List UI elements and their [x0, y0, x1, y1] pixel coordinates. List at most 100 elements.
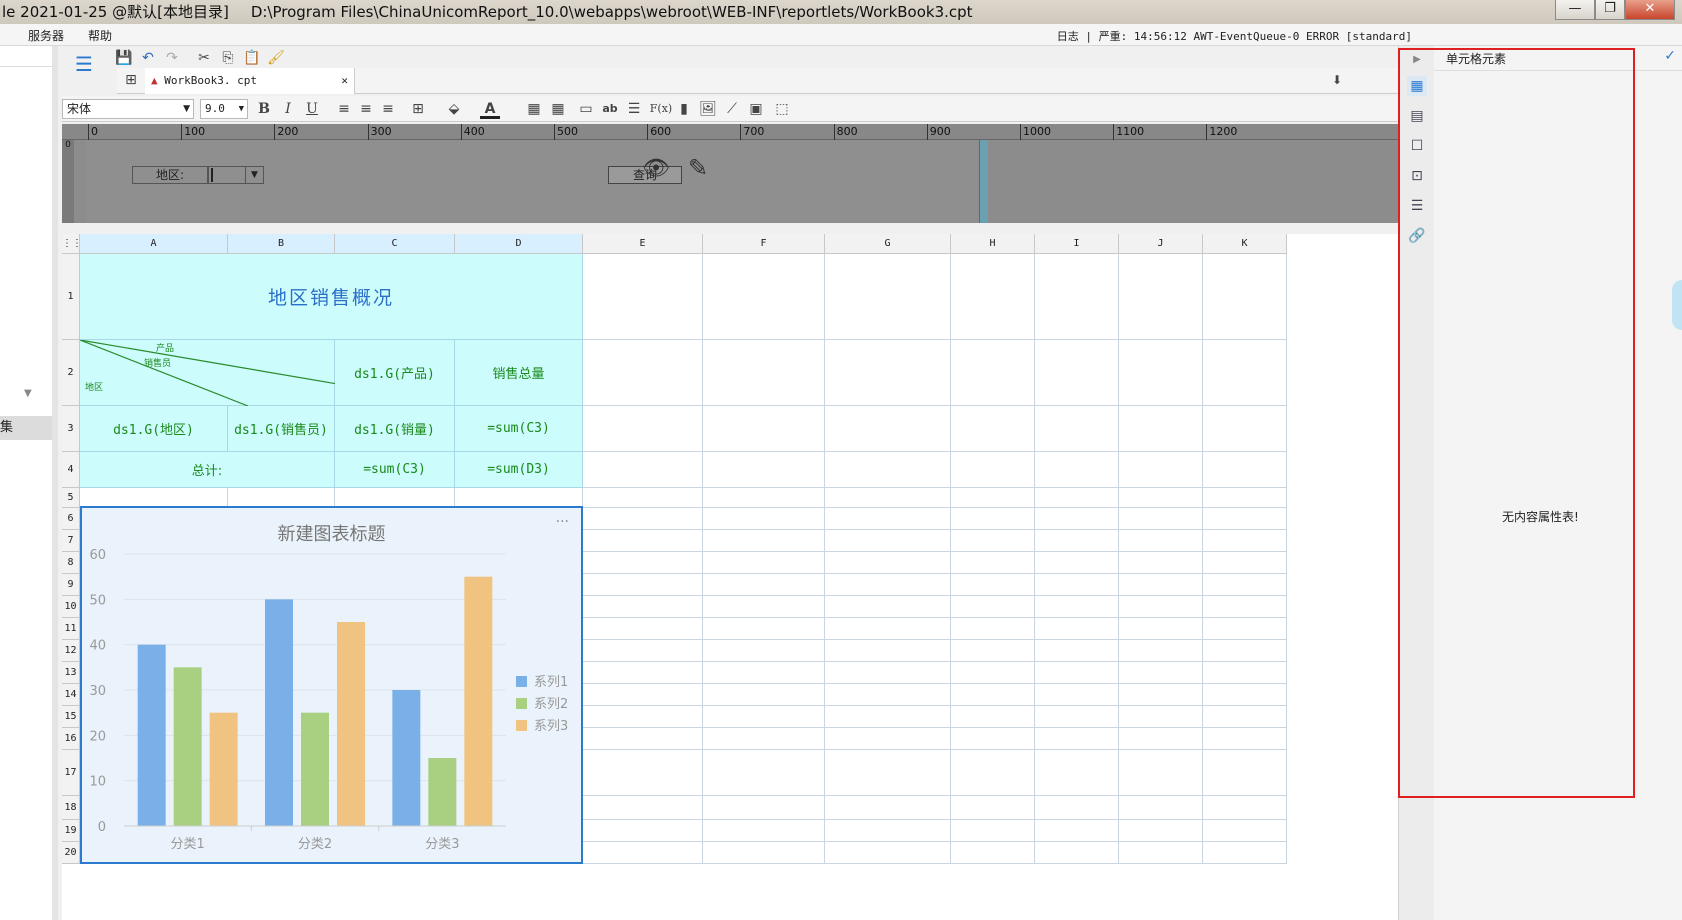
row-header[interactable]: 14 [62, 684, 80, 706]
grid-cell[interactable] [703, 796, 825, 820]
grid-cell[interactable] [1035, 842, 1119, 864]
grid-cell[interactable] [951, 574, 1035, 596]
grid-cell[interactable] [703, 254, 825, 340]
align-right-icon[interactable]: ≡ [378, 99, 398, 119]
hyperlink-icon[interactable]: 🔗 [1407, 226, 1427, 246]
grid-cell[interactable] [825, 530, 951, 552]
grid-cell[interactable] [455, 488, 583, 508]
grid-cell[interactable] [1035, 340, 1119, 406]
grid-cell[interactable] [703, 552, 825, 574]
cell-attr-icon[interactable]: ▤ [1407, 106, 1427, 126]
grid-cell[interactable] [1035, 662, 1119, 684]
grid-cell[interactable] [825, 842, 951, 864]
italic-button[interactable]: I [278, 99, 298, 119]
underline-button[interactable]: U [302, 99, 322, 119]
row-header[interactable]: 5 [62, 488, 80, 508]
grid-cell[interactable] [825, 508, 951, 530]
grid-cell[interactable] [1119, 552, 1203, 574]
grid-cell[interactable] [335, 488, 455, 508]
grid-cell[interactable] [583, 750, 703, 796]
row-header[interactable]: 17 [62, 750, 80, 796]
grid-cell[interactable] [825, 662, 951, 684]
grid-cell[interactable] [583, 254, 703, 340]
grid-cell[interactable] [1035, 618, 1119, 640]
grid-cell[interactable] [951, 842, 1035, 864]
cell-element-icon[interactable]: ▦ [1407, 76, 1427, 96]
grid-cell[interactable] [583, 552, 703, 574]
row-header[interactable]: 19 [62, 820, 80, 842]
column-header[interactable]: G [825, 234, 951, 254]
grid-cell[interactable] [951, 552, 1035, 574]
tab-workbook[interactable]: ▲ WorkBook3. cpt ✕ [145, 68, 355, 94]
grid-cell[interactable] [825, 488, 951, 508]
cell-d2[interactable]: 销售总量 [455, 340, 583, 406]
column-header[interactable]: B [228, 234, 335, 254]
column-header[interactable]: H [951, 234, 1035, 254]
font-size-select[interactable]: 9.0 ▼ [200, 99, 248, 119]
grid-cell[interactable] [1035, 254, 1119, 340]
grid-cell[interactable] [825, 640, 951, 662]
align-center-icon[interactable]: ≡ [356, 99, 376, 119]
align-left-icon[interactable]: ≡ [334, 99, 354, 119]
row-header[interactable]: 20 [62, 842, 80, 864]
grid-cell[interactable] [228, 488, 335, 508]
row-header[interactable]: 13 [62, 662, 80, 684]
formula-button[interactable]: F(x) [648, 99, 674, 119]
grid-cell[interactable] [1119, 842, 1203, 864]
grid-cell[interactable] [703, 452, 825, 488]
grid-cell[interactable] [951, 340, 1035, 406]
grid-cell[interactable] [951, 452, 1035, 488]
grid-cell[interactable] [1119, 728, 1203, 750]
grid-cell[interactable] [1203, 488, 1287, 508]
grid-cell[interactable] [1203, 640, 1287, 662]
row-header[interactable]: 18 [62, 796, 80, 820]
grid-cell[interactable] [703, 340, 825, 406]
grid-cell[interactable] [1035, 706, 1119, 728]
grid-cell[interactable] [951, 640, 1035, 662]
grid-cell[interactable] [1203, 596, 1287, 618]
tab-menu-icon[interactable]: ⬇ [1327, 70, 1347, 90]
grid-cell[interactable] [825, 340, 951, 406]
cell-icon[interactable]: ▦ [524, 99, 544, 119]
cell-d3[interactable]: =sum(C3) [455, 406, 583, 452]
column-header[interactable]: I [1035, 234, 1119, 254]
grid-icon[interactable]: ⊞ [121, 70, 141, 90]
grid-cell[interactable] [1203, 684, 1287, 706]
grid-cell[interactable] [825, 574, 951, 596]
grid-cell[interactable] [951, 684, 1035, 706]
log-label[interactable]: 日志 [1057, 30, 1079, 43]
grid-cell[interactable] [1035, 728, 1119, 750]
grid-cell[interactable] [703, 618, 825, 640]
grid-cell[interactable] [951, 706, 1035, 728]
grid-cell[interactable] [583, 820, 703, 842]
close-window-button[interactable]: ✕ [1625, 0, 1675, 20]
cell-c4[interactable]: =sum(C3) [335, 452, 455, 488]
template-icon[interactable]: ☰ [72, 54, 96, 84]
grid-cell[interactable] [1035, 574, 1119, 596]
grid-cell[interactable] [703, 728, 825, 750]
grid-cell[interactable] [825, 552, 951, 574]
more-cell-icon[interactable]: ⬚ [772, 99, 792, 119]
cell-a3[interactable]: ds1.G(地区) [80, 406, 228, 452]
image-icon[interactable]: 🖼 [698, 99, 718, 119]
grid-cell[interactable] [703, 508, 825, 530]
grid-cell[interactable] [703, 640, 825, 662]
collapse-arrow-icon[interactable]: ▼ [24, 388, 32, 399]
grid-cell[interactable] [1119, 488, 1203, 508]
grid-cell[interactable] [1119, 750, 1203, 796]
grid-cell[interactable] [1119, 340, 1203, 406]
grid-cell[interactable] [1035, 820, 1119, 842]
column-header[interactable]: K [1203, 234, 1287, 254]
grid-cell[interactable] [825, 796, 951, 820]
column-header[interactable]: F [703, 234, 825, 254]
column-header[interactable]: D [455, 234, 583, 254]
minimize-button[interactable]: — [1555, 0, 1595, 20]
grid-cell[interactable] [583, 706, 703, 728]
grid-cell[interactable] [1203, 452, 1287, 488]
column-header[interactable]: A [80, 234, 228, 254]
panel-pin-icon[interactable]: ✓ [1664, 48, 1676, 64]
grid-cell[interactable] [1203, 662, 1287, 684]
grid-cell[interactable] [703, 706, 825, 728]
grid-cell[interactable] [825, 452, 951, 488]
menu-server[interactable]: 服务器 [28, 27, 64, 44]
